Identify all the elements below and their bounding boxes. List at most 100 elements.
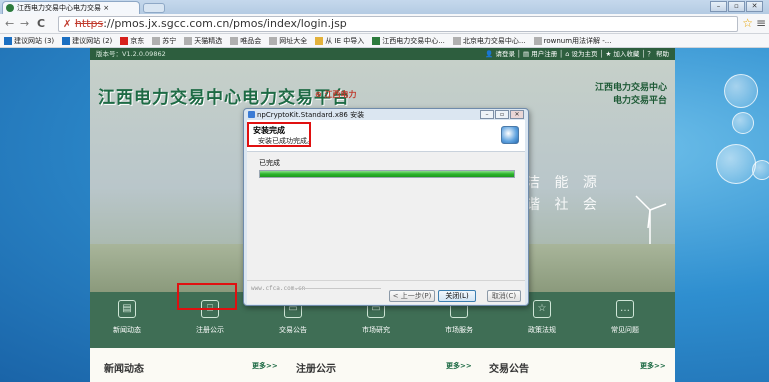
- browser-toolbar: ← → C ✗ https://pmos.jx.sgcc.com.cn/pmos…: [0, 14, 769, 34]
- bookmark-item[interactable]: 从 IE 中导入: [315, 36, 364, 46]
- chrome-menu-icon[interactable]: ≡: [756, 16, 766, 30]
- bubble-decoration: [716, 144, 756, 184]
- right-title-line-1: 江西电力交易中心: [594, 83, 667, 93]
- site-subtitle: ⊕ 江西电力: [315, 90, 357, 99]
- browser-tab[interactable]: 江西电力交易中心电力交易 ×: [2, 1, 140, 14]
- dialog-maximize-button[interactable]: ▫: [495, 110, 509, 119]
- window-minimize-button[interactable]: –: [710, 1, 727, 12]
- service-icon: …: [616, 300, 634, 318]
- service-label: 交易公告: [279, 326, 307, 334]
- dialog-footer: www.cfca.com.cn < 上一步(P) 关闭(L) 取消(C): [247, 280, 525, 304]
- right-title-line-2: 电力交易平台: [612, 96, 667, 106]
- bookmark-favicon-icon: [372, 36, 381, 45]
- site-right-title: 江西电力交易中心 电力交易平台: [595, 82, 667, 108]
- slogan-line-1: 洁 能 源: [526, 175, 602, 191]
- service-label: 注册公示: [196, 326, 224, 334]
- bookmark-item[interactable]: 网址大全: [269, 36, 307, 46]
- bubble-decoration: [752, 160, 769, 180]
- back-button[interactable]: < 上一步(P): [389, 290, 435, 302]
- banner-slogan: 洁 能 源 谐 社 会: [526, 172, 602, 216]
- bookmark-label: 江西电力交易中心...: [382, 36, 445, 45]
- bookmark-item[interactable]: 建议网站 (3): [4, 36, 54, 46]
- bookmark-favicon-icon: [4, 36, 12, 45]
- bookmark-favicon-icon: [120, 36, 129, 45]
- bookmark-item[interactable]: 天猫精选: [184, 36, 222, 46]
- address-bar[interactable]: ✗ https://pmos.jx.sgcc.com.cn/pmos/index…: [58, 16, 738, 32]
- url-scheme: https: [74, 17, 104, 30]
- footer-divider: [295, 288, 381, 289]
- bookmark-favicon-icon: [152, 36, 161, 45]
- bookmark-star-icon[interactable]: ☆: [742, 16, 753, 30]
- broken-lock-icon: ✗: [63, 19, 72, 30]
- dialog-body: 已完成: [247, 152, 525, 280]
- bookmark-favicon-icon: [62, 36, 71, 45]
- site-title: 江西电力交易中心电力交易平台: [98, 88, 350, 108]
- new-tab-button[interactable]: [143, 3, 165, 13]
- service-label: 市场研究: [362, 326, 390, 334]
- bookmark-label: 网址大全: [279, 36, 308, 45]
- bookmark-item[interactable]: 北京电力交易中心...: [452, 36, 526, 46]
- window-maximize-button[interactable]: ▫: [728, 1, 745, 12]
- progress-bar-fill: [260, 171, 514, 177]
- progress-label: 已完成: [259, 159, 280, 167]
- dialog-header: 安装完成 安装已成功完成。: [247, 120, 525, 152]
- bookmark-item[interactable]: rownum用法详解 -...: [533, 36, 612, 46]
- back-arrow-icon[interactable]: ←: [5, 17, 14, 30]
- installer-app-icon: [248, 111, 255, 118]
- bookmark-item[interactable]: 京东: [120, 36, 144, 46]
- dialog-close-x-button[interactable]: ✕: [510, 110, 524, 119]
- bookmark-label: 北京电力交易中心...: [462, 36, 526, 45]
- top-nav-links[interactable]: 👤 请登录 │ ▤ 用户注册 │ ⌂ 设为主页 │ ★ 加入收藏 │ ？ 帮助: [485, 48, 669, 60]
- close-button-highlight-box: [177, 283, 237, 310]
- dialog-minimize-button[interactable]: –: [480, 110, 494, 119]
- close-button[interactable]: 关闭(L): [438, 290, 476, 302]
- top-info-bar: 版本号：V1.2.0.09862 👤 请登录 │ ▤ 用户注册 │ ⌂ 设为主页…: [90, 48, 675, 60]
- service-item[interactable]: ▤ 新闻动态: [92, 300, 162, 335]
- bookmark-favicon-icon: [269, 36, 278, 45]
- bubble-decoration: [724, 74, 758, 108]
- installer-dialog: npCryptoKit.Standard.x86 安装 – ▫ ✕ 安装完成 安…: [243, 108, 529, 306]
- bookmark-favicon-icon: [533, 36, 542, 45]
- bookmark-label: 从 IE 中导入: [325, 36, 365, 45]
- forward-arrow-icon[interactable]: →: [20, 17, 29, 30]
- bookmark-label: rownum用法详解 -...: [543, 36, 612, 45]
- announce-more-link[interactable]: 更多>>: [640, 361, 666, 371]
- bookmark-label: 天猫精选: [194, 36, 223, 45]
- bookmark-label: 唯品会: [240, 36, 262, 45]
- cancel-button[interactable]: 取消(C): [487, 290, 521, 302]
- progress-bar: [259, 170, 515, 178]
- site-favicon-icon: [6, 4, 14, 12]
- register-more-link[interactable]: 更多>>: [446, 361, 472, 371]
- service-item[interactable]: … 常见问题: [590, 300, 660, 335]
- setup-computer-icon: [501, 126, 519, 144]
- bookmark-favicon-icon: [315, 36, 324, 45]
- bookmark-label: 建议网站 (3): [14, 36, 55, 45]
- news-more-link[interactable]: 更多>>: [252, 361, 278, 371]
- bookmark-label: 苏宁: [162, 36, 177, 45]
- bookmark-item[interactable]: 江西电力交易中心...: [372, 36, 445, 46]
- highlight-box: [247, 122, 311, 147]
- service-label: 市场服务: [445, 326, 473, 334]
- service-label: 新闻动态: [113, 326, 141, 334]
- bookmark-label: 京东: [130, 36, 145, 45]
- slogan-line-2: 谐 社 会: [526, 197, 602, 213]
- service-icon: ▤: [118, 300, 136, 318]
- dialog-title: npCryptoKit.Standard.x86 安装: [257, 111, 365, 119]
- tab-title: 江西电力交易中心电力交易 ×: [17, 4, 110, 12]
- version-label: 版本号：V1.2.0.09862: [96, 50, 166, 58]
- window-close-button[interactable]: ✕: [746, 1, 763, 12]
- bookmark-label: 建议网站 (2): [72, 36, 113, 45]
- service-label: 常见问题: [611, 326, 639, 334]
- bookmarks-bar: 建议网站 (3) 建议网站 (2) 京东 苏宁 天猫精选 唯品会 网址大全 从 IE 中导入 江…: [0, 34, 769, 48]
- announce-section-title: 交易公告: [489, 364, 529, 375]
- bookmark-item[interactable]: 建议网站 (2): [62, 36, 112, 46]
- bookmark-favicon-icon: [452, 36, 461, 45]
- bubble-decoration: [732, 112, 754, 134]
- bookmark-item[interactable]: 唯品会: [230, 36, 261, 46]
- bookmark-favicon-icon: [230, 36, 239, 45]
- dialog-titlebar: npCryptoKit.Standard.x86 安装: [248, 110, 364, 120]
- bookmark-item[interactable]: 苏宁: [152, 36, 176, 46]
- bookmark-favicon-icon: [184, 36, 193, 45]
- news-section-title: 新闻动态: [104, 364, 144, 375]
- reload-icon[interactable]: C: [37, 17, 45, 30]
